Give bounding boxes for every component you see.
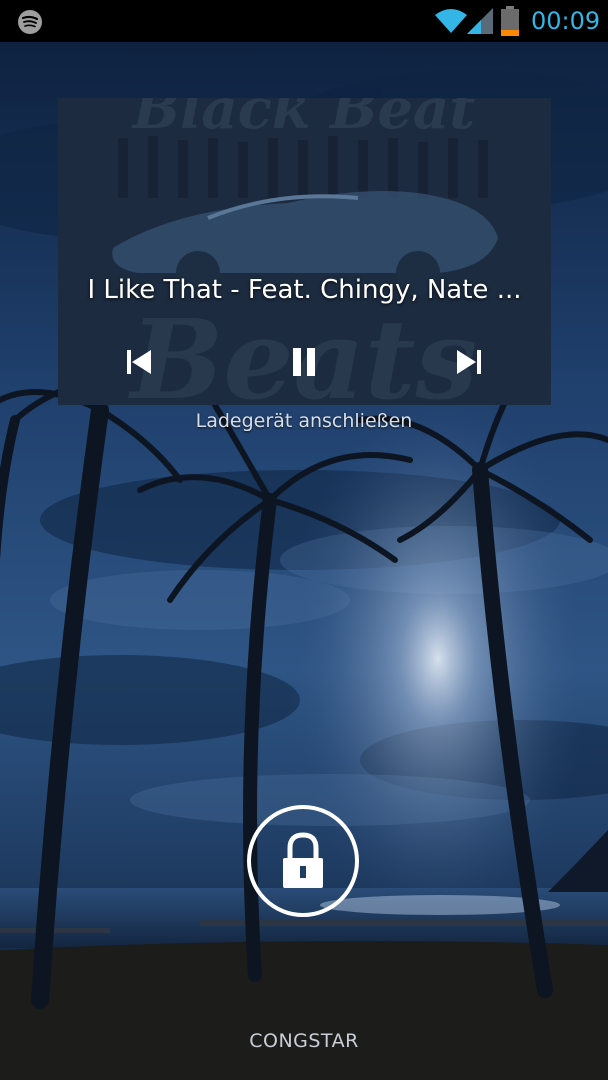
svg-text:Black Beat: Black Beat bbox=[131, 98, 476, 142]
carrier-label: CONGSTAR bbox=[249, 1030, 359, 1052]
lock-icon[interactable] bbox=[246, 804, 360, 918]
wifi-icon bbox=[435, 9, 467, 33]
music-widget[interactable]: Black Beat Beats I Like That - Feat. Chi… bbox=[58, 98, 551, 405]
clock: 00:09 bbox=[531, 7, 601, 35]
battery-icon bbox=[501, 6, 519, 36]
signal-icon bbox=[467, 8, 493, 34]
spotify-icon bbox=[18, 10, 42, 34]
charging-message: Ladegerät anschließen bbox=[195, 410, 413, 432]
pause-icon[interactable] bbox=[284, 342, 324, 382]
previous-icon[interactable] bbox=[119, 342, 159, 382]
status-bar: 00:09 bbox=[0, 0, 608, 42]
next-icon[interactable] bbox=[449, 342, 489, 382]
song-title: I Like That - Feat. Chingy, Nate ... bbox=[87, 275, 522, 305]
